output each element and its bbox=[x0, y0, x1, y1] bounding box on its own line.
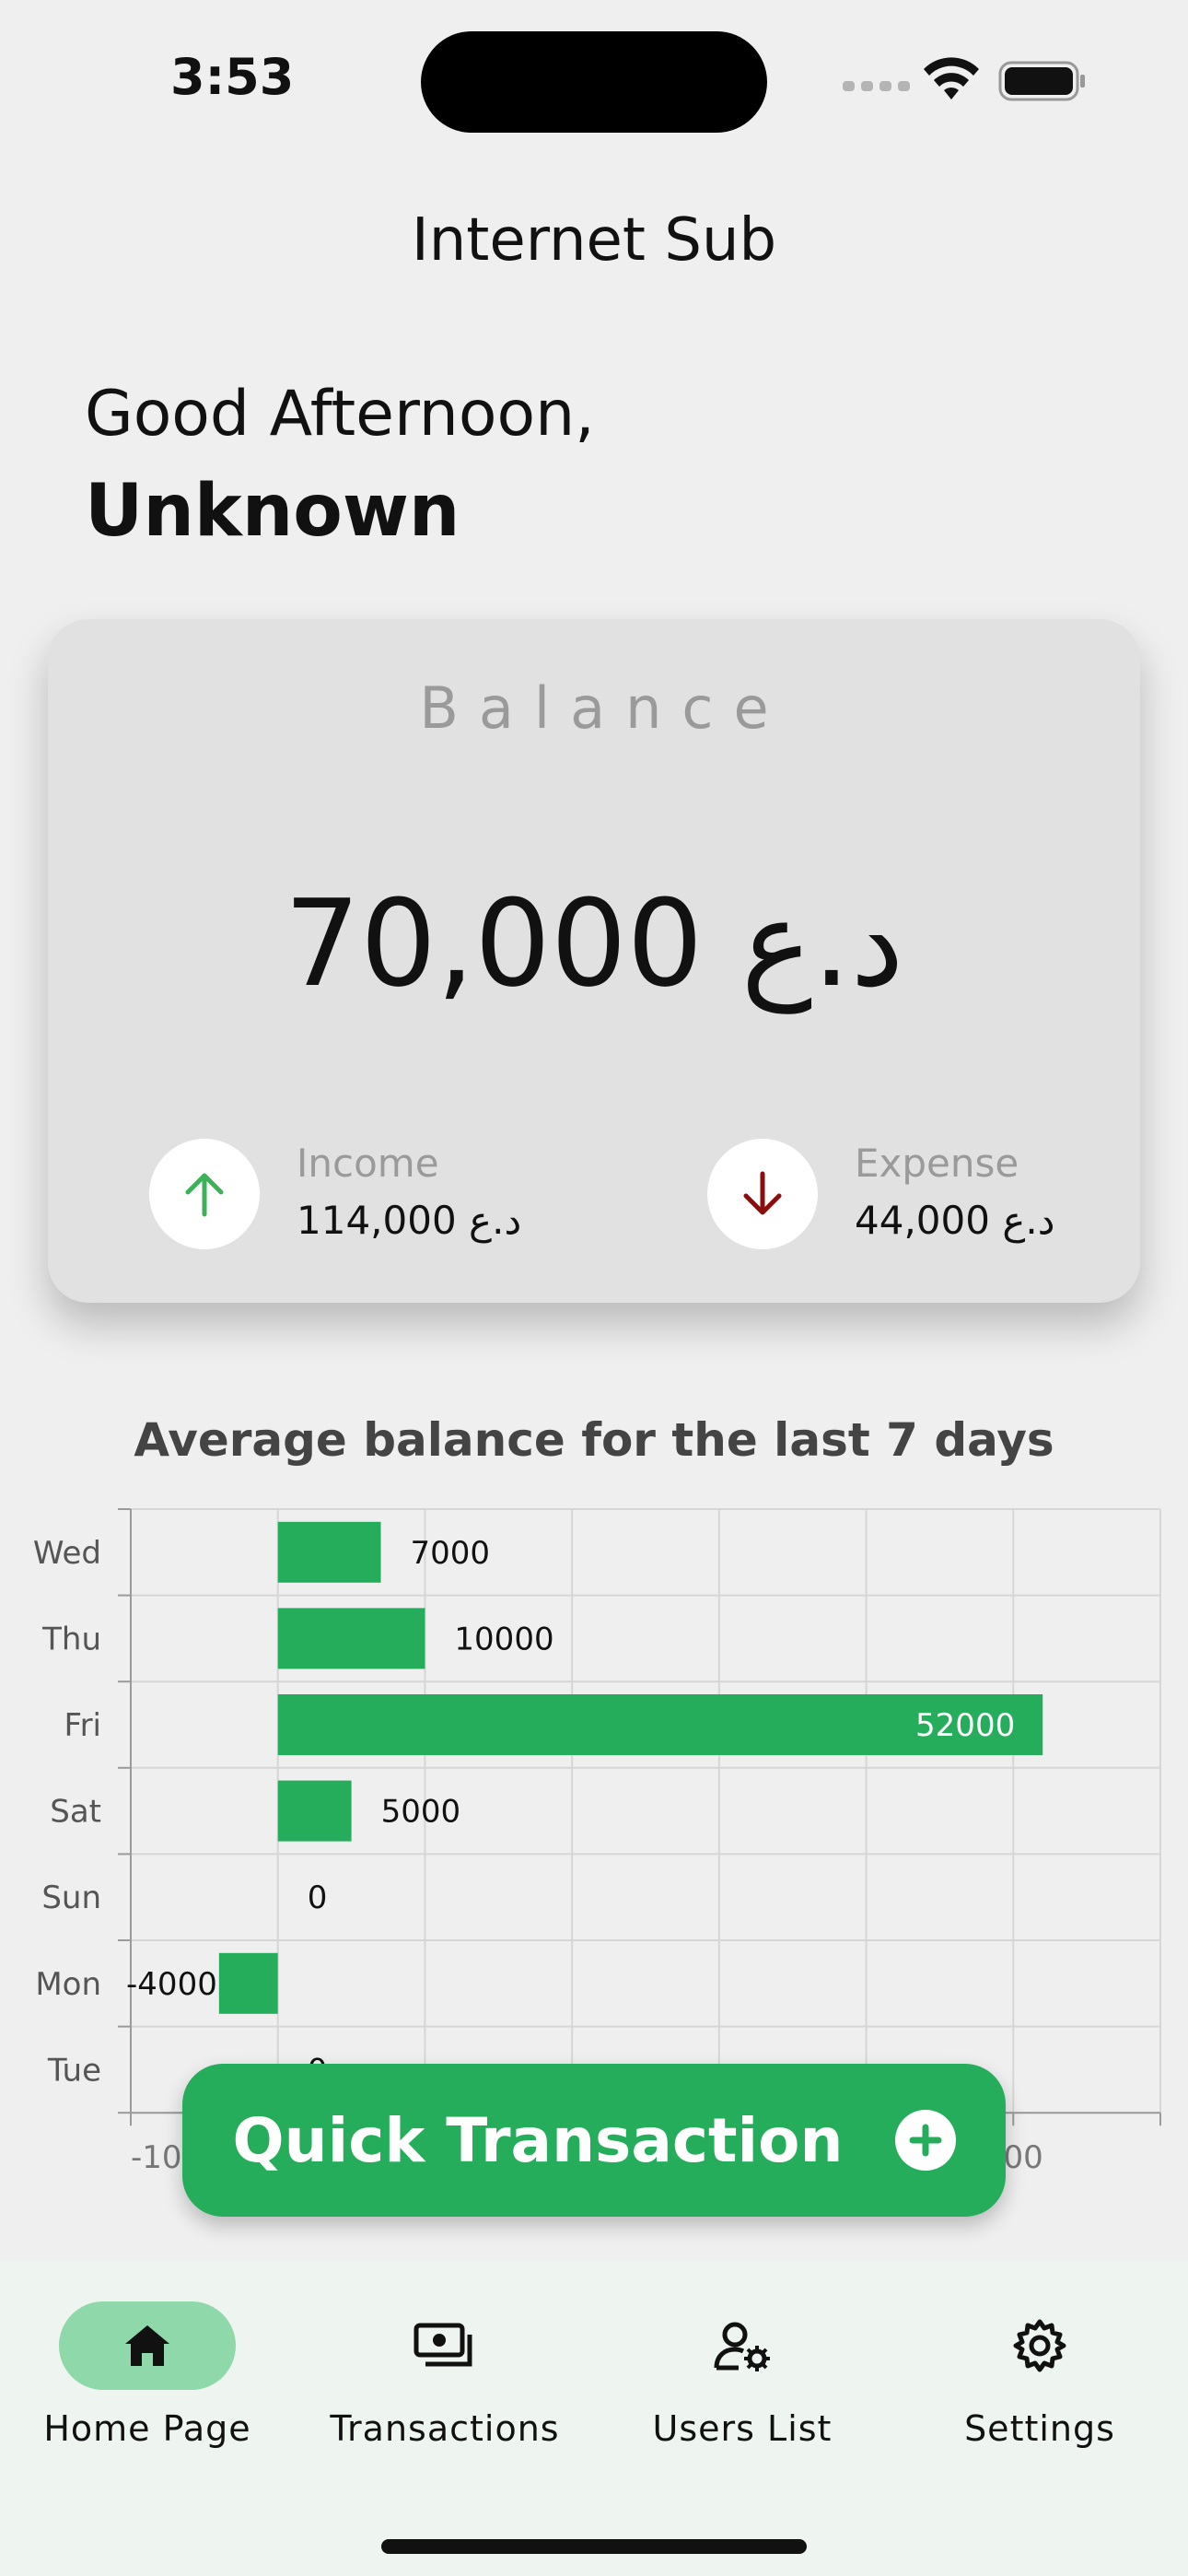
nav-item-transactions[interactable]: Transactions bbox=[307, 2301, 583, 2449]
y-tick-label: Thu bbox=[41, 1621, 101, 1657]
nav-label-users: Users List bbox=[652, 2408, 833, 2449]
wifi-icon bbox=[924, 57, 979, 100]
home-indicator bbox=[381, 2539, 807, 2554]
data-label: -4000 bbox=[126, 1966, 217, 2003]
home-icon bbox=[59, 2301, 236, 2390]
battery-icon bbox=[998, 61, 1085, 101]
chart-bar bbox=[218, 1952, 278, 2014]
nav-label-transactions: Transactions bbox=[330, 2408, 560, 2449]
balance-card: Balance 70,000 د.ع Income 114,000 د.ع Ex… bbox=[48, 619, 1140, 1303]
expense-label: Expense bbox=[855, 1141, 1019, 1186]
gear-icon bbox=[951, 2301, 1128, 2390]
y-tick-label: Wed bbox=[33, 1535, 101, 1572]
dynamic-island bbox=[421, 31, 767, 133]
chart-title: Average balance for the last 7 days bbox=[134, 1413, 1054, 1467]
user-settings-icon bbox=[654, 2301, 831, 2390]
data-label: 52000 bbox=[915, 1707, 1015, 1744]
user-name: Unknown bbox=[85, 470, 460, 553]
y-tick-label: Fri bbox=[64, 1707, 101, 1744]
money-icon bbox=[356, 2301, 533, 2390]
nav-item-users[interactable]: Users List bbox=[604, 2301, 880, 2449]
y-tick-label: Tue bbox=[47, 2052, 101, 2089]
nav-item-settings[interactable]: Settings bbox=[902, 2301, 1178, 2449]
status-time: 3:53 bbox=[170, 48, 295, 106]
y-tick-label: Sat bbox=[50, 1794, 101, 1831]
data-label: 7000 bbox=[411, 1535, 491, 1572]
income-label: Income bbox=[297, 1141, 439, 1186]
data-label: 5000 bbox=[381, 1794, 461, 1831]
bottom-navigation: Home Page Transactions Users List Settin… bbox=[0, 2261, 1188, 2576]
balance-label: Balance bbox=[419, 674, 789, 742]
cellular-signal-icon bbox=[843, 81, 910, 91]
balance-amount: 70,000 د.ع bbox=[284, 873, 904, 1013]
nav-label-home: Home Page bbox=[43, 2408, 251, 2449]
greeting-text: Good Afternoon, bbox=[85, 378, 595, 451]
expense-icon bbox=[707, 1139, 818, 1249]
nav-item-home[interactable]: Home Page bbox=[9, 2301, 285, 2449]
expense-value: 44,000 د.ع bbox=[855, 1198, 1055, 1243]
y-tick-label: Mon bbox=[35, 1966, 101, 2003]
chart-bar bbox=[277, 1608, 425, 1669]
y-tick-label: Sun bbox=[41, 1879, 101, 1916]
quick-transaction-label: Quick Transaction bbox=[232, 2104, 844, 2176]
income-icon bbox=[149, 1139, 260, 1249]
quick-transaction-button[interactable]: Quick Transaction bbox=[182, 2064, 1006, 2217]
nav-label-settings: Settings bbox=[964, 2408, 1115, 2449]
income-value: 114,000 د.ع bbox=[297, 1198, 522, 1243]
data-label: 0 bbox=[308, 1879, 328, 1916]
page-title: Internet Sub bbox=[411, 206, 777, 275]
x-tick-label: -10 bbox=[131, 2139, 182, 2176]
chart-bar bbox=[277, 1521, 381, 1583]
plus-icon bbox=[894, 2110, 956, 2171]
data-label: 10000 bbox=[454, 1621, 553, 1657]
chart-bar bbox=[277, 1780, 352, 1842]
